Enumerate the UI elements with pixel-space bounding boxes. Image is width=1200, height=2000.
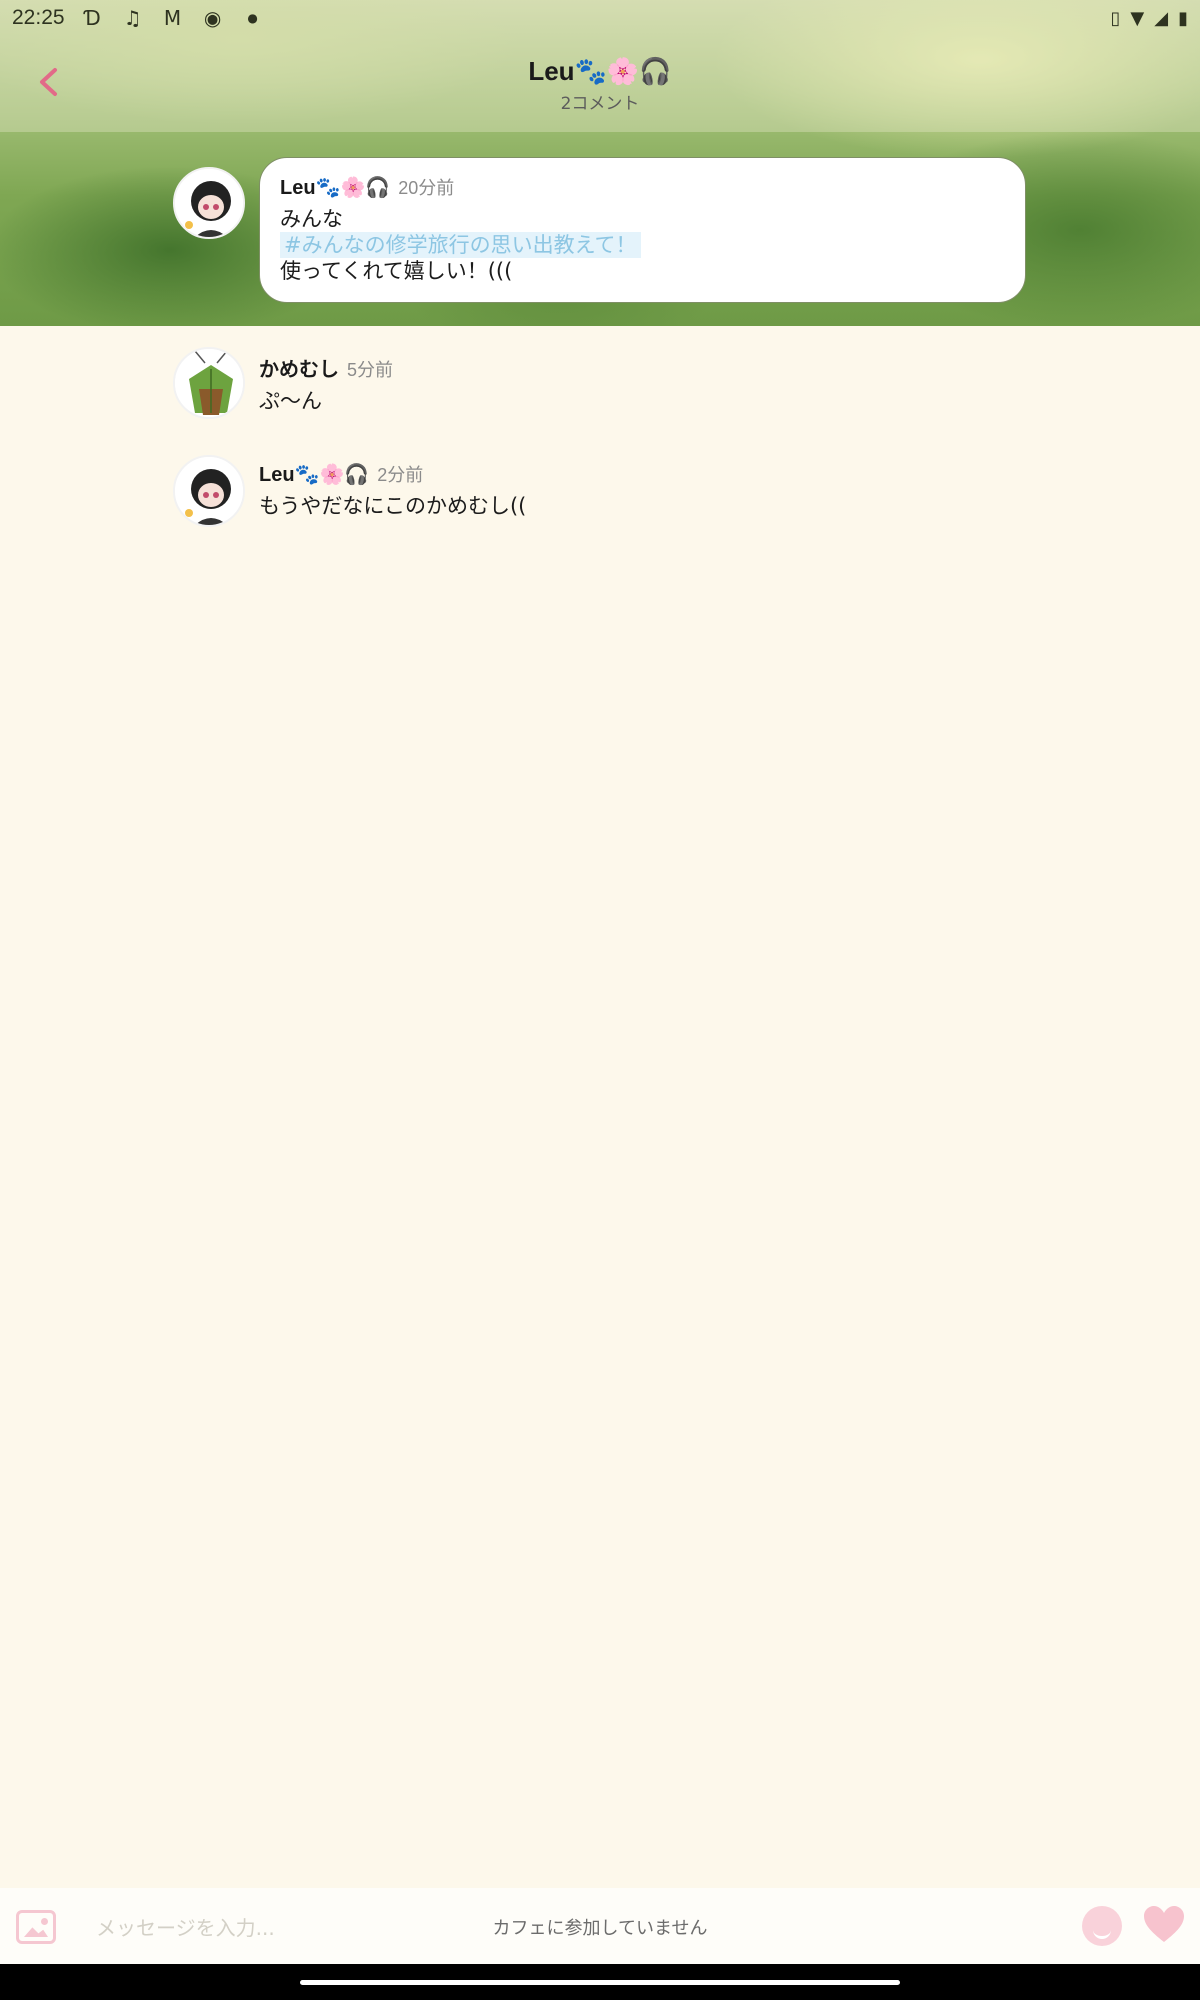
comment-body: かめむし 5分前 ぷ〜ん: [259, 353, 1059, 414]
post-line-1: みんな: [280, 207, 343, 231]
vibrate-icon: ▯: [1110, 7, 1121, 29]
battery-icon: ▮: [1178, 7, 1188, 29]
comment-count: 2コメント: [560, 94, 640, 114]
comment-body: Leu🐾🌸🎧 2分前 もうやだなにこのかめむし((: [259, 461, 1059, 519]
status-left-icons: Ɗ ♫ M ◉ ●: [81, 6, 265, 30]
avatar[interactable]: [173, 347, 245, 419]
stink-bug-avatar-icon: [175, 349, 243, 417]
chevron-left-icon: [40, 68, 57, 96]
image-attach-icon[interactable]: [16, 1910, 56, 1944]
status-right-icons: ▯ ▼ ◢ ▮: [1111, 8, 1189, 29]
avatar[interactable]: [173, 167, 245, 239]
comment-time: 2分前: [377, 465, 424, 485]
status-bar: 22:25 Ɗ ♫ M ◉ ● ▯ ▼ ◢ ▮: [0, 0, 1200, 36]
title-area: Leu🐾🌸🎧 2コメント: [400, 56, 800, 114]
page-title: Leu🐾🌸🎧: [528, 56, 672, 86]
post-line-3: 使ってくれて嬉しい！(((: [280, 259, 513, 283]
comment-header: かめむし 5分前: [259, 353, 1059, 382]
signal-icon: ◢: [1154, 7, 1169, 29]
post-time: 20分前: [398, 178, 455, 198]
back-button[interactable]: [28, 62, 68, 102]
disney-plus-icon: Ɗ: [84, 6, 101, 30]
gmail-icon: M: [163, 6, 182, 30]
avatar-girl-icon: [175, 457, 243, 525]
wifi-icon: ▼: [1130, 7, 1145, 29]
screen-record-icon: ◉: [203, 6, 222, 30]
comment-user-name[interactable]: Leu🐾🌸🎧: [259, 462, 369, 487]
post-hashtag-row: #みんなの修学旅行の思い出教えて！: [280, 232, 1005, 258]
post-user-name[interactable]: Leu🐾🌸🎧: [280, 175, 390, 200]
original-post-bubble: Leu🐾🌸🎧 20分前 みんな #みんなの修学旅行の思い出教えて！ 使ってくれて…: [259, 157, 1026, 303]
heart-icon[interactable]: [1142, 1904, 1186, 1944]
home-gesture-handle[interactable]: [300, 1980, 900, 1985]
post-header: Leu🐾🌸🎧 20分前: [280, 174, 1005, 200]
comment-time: 5分前: [347, 360, 394, 380]
navigation-bar: [0, 1964, 1200, 2000]
comment-text: ぷ〜ん: [259, 389, 322, 413]
music-note-icon: ♫: [123, 6, 142, 30]
status-time: 22:25: [12, 6, 65, 29]
avatar[interactable]: [173, 455, 245, 527]
not-joined-notice: カフェに参加していません: [492, 1918, 708, 1939]
emoji-icon[interactable]: [1082, 1906, 1122, 1946]
comment-text: もうやだなにこのかめむし((: [259, 494, 527, 518]
comment-user-name[interactable]: かめむし: [259, 353, 339, 382]
dot-icon: ●: [247, 11, 258, 25]
hashtag-link[interactable]: #みんなの修学旅行の思い出教えて！: [280, 232, 641, 258]
comment-header: Leu🐾🌸🎧 2分前: [259, 461, 1059, 487]
